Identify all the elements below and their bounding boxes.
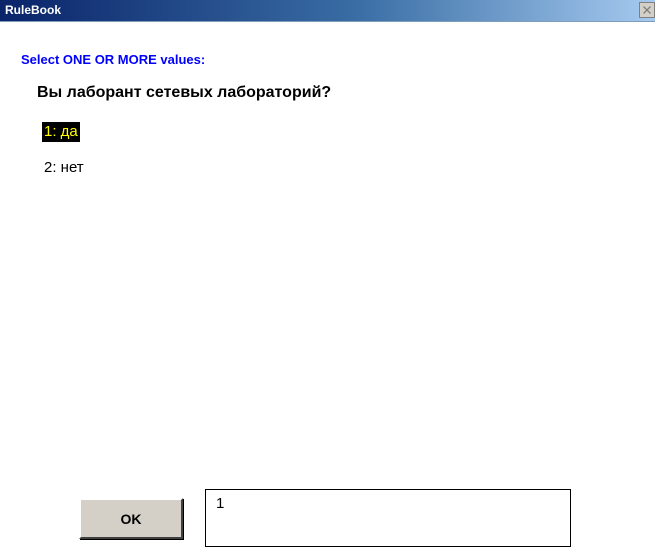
option-item-1[interactable]: 1: да xyxy=(42,122,80,142)
rulebook-window: RuleBook Select ONE OR MORE values: Вы л… xyxy=(0,0,655,550)
close-icon xyxy=(643,6,651,14)
close-button[interactable] xyxy=(639,2,655,18)
question-text: Вы лаборант сетевых лабораторий? xyxy=(37,84,332,101)
selection-prompt: Select ONE OR MORE values: xyxy=(21,52,206,67)
title-bar: RuleBook xyxy=(0,0,655,22)
window-title: RuleBook xyxy=(5,3,62,17)
option-item-2[interactable]: 2: нет xyxy=(42,158,86,178)
ok-button[interactable]: OK xyxy=(79,498,183,539)
selected-values-input[interactable]: 1 xyxy=(205,489,571,547)
